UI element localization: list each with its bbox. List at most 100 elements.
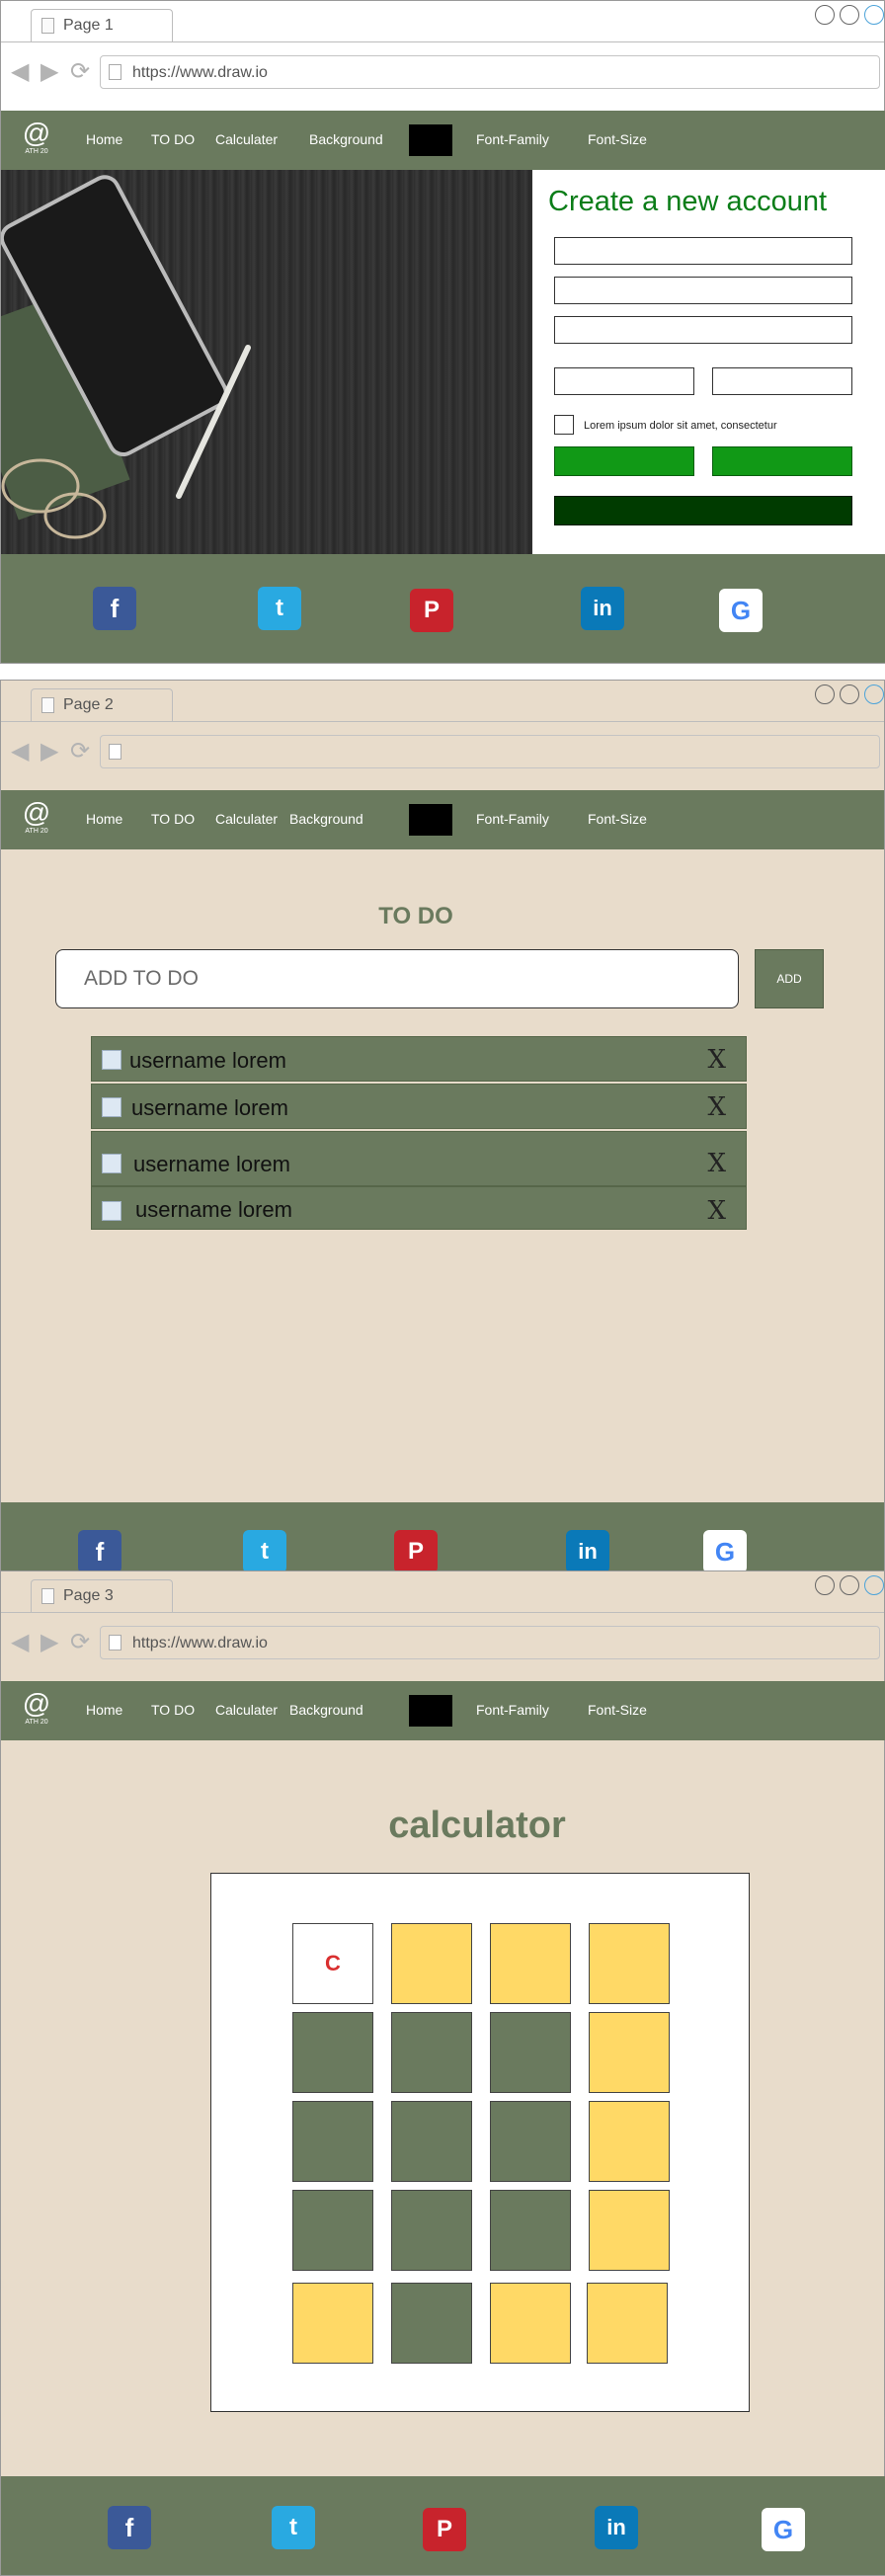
pinterest-icon[interactable]: P bbox=[394, 1530, 438, 1571]
todo-checkbox[interactable] bbox=[102, 1201, 121, 1221]
back-arrow-icon[interactable]: ◀ bbox=[11, 740, 29, 764]
digit-key[interactable] bbox=[292, 2190, 373, 2271]
todo-item[interactable]: username lorem X bbox=[91, 1084, 747, 1129]
twitter-icon[interactable]: t bbox=[243, 1530, 286, 1571]
delete-icon[interactable]: X bbox=[707, 1045, 726, 1075]
google-icon[interactable]: G bbox=[762, 2508, 805, 2551]
digit-key[interactable] bbox=[391, 2190, 472, 2271]
linkedin-icon[interactable]: in bbox=[595, 2506, 638, 2549]
close-button[interactable] bbox=[864, 1575, 884, 1595]
secondary-button[interactable] bbox=[712, 446, 852, 476]
operator-key[interactable] bbox=[589, 2012, 670, 2093]
nav-font-size[interactable]: Font-Size bbox=[588, 1702, 647, 1718]
nav-font-family[interactable]: Font-Family bbox=[476, 1702, 549, 1718]
google-icon[interactable]: G bbox=[703, 1530, 747, 1571]
nav-todo[interactable]: TO DO bbox=[151, 1702, 195, 1718]
maximize-button[interactable] bbox=[840, 5, 859, 25]
digit-key[interactable] bbox=[292, 2012, 373, 2093]
digit-key[interactable] bbox=[391, 2012, 472, 2093]
facebook-icon[interactable]: f bbox=[108, 2506, 151, 2549]
name-field[interactable] bbox=[554, 237, 852, 265]
logo[interactable]: @ ATH 20 bbox=[17, 798, 56, 842]
todo-checkbox[interactable] bbox=[102, 1050, 121, 1070]
tab-page2[interactable]: Page 2 bbox=[31, 688, 173, 722]
todo-checkbox[interactable] bbox=[102, 1097, 121, 1117]
maximize-button[interactable] bbox=[840, 684, 859, 704]
digit-key[interactable] bbox=[391, 2283, 472, 2364]
equals-key[interactable] bbox=[587, 2283, 668, 2364]
terms-checkbox[interactable] bbox=[554, 415, 574, 435]
tab-page3[interactable]: Page 3 bbox=[31, 1579, 173, 1613]
nav-calculater[interactable]: Calculater bbox=[215, 131, 278, 147]
twitter-icon[interactable]: t bbox=[272, 2506, 315, 2549]
nav-home[interactable]: Home bbox=[86, 131, 122, 147]
calc-key[interactable] bbox=[292, 2283, 373, 2364]
add-button[interactable]: ADD bbox=[755, 949, 824, 1008]
back-arrow-icon[interactable]: ◀ bbox=[11, 1631, 29, 1654]
address-bar[interactable]: https://www.draw.io bbox=[100, 1626, 880, 1659]
minimize-button[interactable] bbox=[815, 5, 835, 25]
nav-font-size[interactable]: Font-Size bbox=[588, 131, 647, 147]
first-half-field[interactable] bbox=[554, 367, 694, 395]
delete-icon[interactable]: X bbox=[707, 1149, 726, 1178]
second-half-field[interactable] bbox=[712, 367, 852, 395]
operator-key[interactable] bbox=[589, 1923, 670, 2004]
reload-icon[interactable]: ⟳ bbox=[70, 60, 90, 84]
nav-todo[interactable]: TO DO bbox=[151, 811, 195, 827]
nav-font-family[interactable]: Font-Family bbox=[476, 131, 549, 147]
address-bar[interactable] bbox=[100, 735, 880, 768]
digit-key[interactable] bbox=[490, 2012, 571, 2093]
facebook-icon[interactable]: f bbox=[93, 587, 136, 630]
signup-button[interactable] bbox=[554, 496, 852, 525]
forward-arrow-icon[interactable]: ▶ bbox=[40, 60, 58, 84]
digit-key[interactable] bbox=[490, 2101, 571, 2182]
digit-key[interactable] bbox=[391, 2101, 472, 2182]
nav-todo[interactable]: TO DO bbox=[151, 131, 195, 147]
close-button[interactable] bbox=[864, 684, 884, 704]
nav-background[interactable]: Background bbox=[289, 1702, 363, 1718]
forward-arrow-icon[interactable]: ▶ bbox=[40, 1631, 58, 1654]
todo-item[interactable]: username lorem X bbox=[91, 1131, 747, 1186]
todo-checkbox[interactable] bbox=[102, 1154, 121, 1173]
todo-input[interactable]: ADD TO DO bbox=[55, 949, 739, 1008]
nav-font-size[interactable]: Font-Size bbox=[588, 811, 647, 827]
back-arrow-icon[interactable]: ◀ bbox=[11, 60, 29, 84]
calc-key[interactable] bbox=[490, 1923, 571, 2004]
color-swatch[interactable] bbox=[409, 1695, 452, 1727]
clear-key[interactable]: C bbox=[292, 1923, 373, 2004]
password-field[interactable] bbox=[554, 316, 852, 344]
calc-key[interactable] bbox=[391, 1923, 472, 2004]
reload-icon[interactable]: ⟳ bbox=[70, 1631, 90, 1654]
email-field[interactable] bbox=[554, 277, 852, 304]
reload-icon[interactable]: ⟳ bbox=[70, 740, 90, 764]
calc-key[interactable] bbox=[490, 2283, 571, 2364]
maximize-button[interactable] bbox=[840, 1575, 859, 1595]
nav-font-family[interactable]: Font-Family bbox=[476, 811, 549, 827]
close-button[interactable] bbox=[864, 5, 884, 25]
todo-item[interactable]: username lorem X bbox=[91, 1186, 747, 1230]
forward-arrow-icon[interactable]: ▶ bbox=[40, 740, 58, 764]
minimize-button[interactable] bbox=[815, 684, 835, 704]
delete-icon[interactable]: X bbox=[707, 1196, 726, 1226]
todo-item[interactable]: username lorem X bbox=[91, 1036, 747, 1082]
nav-background[interactable]: Background bbox=[289, 811, 363, 827]
linkedin-icon[interactable]: in bbox=[566, 1530, 609, 1571]
pinterest-icon[interactable]: P bbox=[410, 589, 453, 632]
digit-key[interactable] bbox=[292, 2101, 373, 2182]
nav-calculater[interactable]: Calculater bbox=[215, 1702, 278, 1718]
operator-key[interactable] bbox=[589, 2101, 670, 2182]
pinterest-icon[interactable]: P bbox=[423, 2508, 466, 2551]
address-bar[interactable]: https://www.draw.io bbox=[100, 55, 880, 89]
google-icon[interactable]: G bbox=[719, 589, 763, 632]
digit-key[interactable] bbox=[490, 2190, 571, 2271]
nav-home[interactable]: Home bbox=[86, 811, 122, 827]
facebook-icon[interactable]: f bbox=[78, 1530, 121, 1571]
logo[interactable]: @ ATH 20 bbox=[17, 1689, 56, 1732]
color-swatch[interactable] bbox=[409, 804, 452, 836]
nav-background[interactable]: Background bbox=[309, 131, 383, 147]
nav-calculater[interactable]: Calculater bbox=[215, 811, 278, 827]
submit-button[interactable] bbox=[554, 446, 694, 476]
nav-home[interactable]: Home bbox=[86, 1702, 122, 1718]
tab-page1[interactable]: Page 1 bbox=[31, 9, 173, 42]
color-swatch[interactable] bbox=[409, 124, 452, 156]
